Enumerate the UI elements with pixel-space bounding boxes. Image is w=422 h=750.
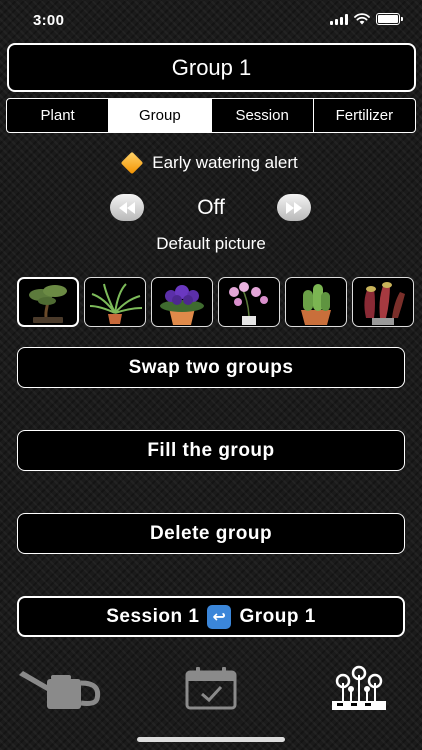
default-picture-strip: [17, 277, 414, 327]
status-bar: 3:00: [0, 0, 422, 40]
fast-forward-icon: [286, 201, 302, 214]
orange-diamond-icon: [120, 151, 144, 175]
picture-cactus[interactable]: [285, 277, 347, 327]
tab-plant[interactable]: Plant: [7, 99, 110, 132]
picture-bonsai[interactable]: [17, 277, 79, 327]
picture-pitcher-plant[interactable]: [352, 277, 414, 327]
home-indicator: [137, 737, 285, 742]
session-group-link-button[interactable]: Session 1 ↩ Group 1: [17, 596, 405, 637]
bonsai-icon: [29, 285, 67, 323]
early-watering-alert-row: Early watering alert: [0, 151, 422, 175]
group-title[interactable]: Group 1: [7, 43, 416, 92]
cactus-icon: [301, 284, 331, 325]
orchid-icon: [229, 282, 268, 325]
bottom-navigation: [0, 660, 422, 720]
tab-fertilizer[interactable]: Fertilizer: [314, 99, 415, 132]
watering-can-icon[interactable]: [16, 660, 104, 716]
early-watering-alert-label: Early watering alert: [152, 153, 298, 172]
alert-value: Off: [197, 196, 225, 219]
tab-group[interactable]: Group: [109, 99, 212, 132]
group-label: Group 1: [239, 605, 316, 627]
spider-plant-icon: [89, 283, 143, 324]
delete-group-button[interactable]: Delete group: [17, 513, 405, 554]
tab-session[interactable]: Session: [212, 99, 314, 132]
signal-icon: [330, 13, 348, 25]
swap-arrows-icon: ↩: [207, 604, 232, 629]
picture-orchid[interactable]: [218, 277, 280, 327]
calendar-check-icon[interactable]: [184, 660, 238, 716]
default-picture-label: Default picture: [156, 234, 266, 253]
status-icons: [330, 13, 403, 25]
segmented-tabs: Plant Group Session Fertilizer: [6, 98, 416, 133]
picture-african-violet[interactable]: [151, 277, 213, 327]
garden-icon[interactable]: [328, 660, 390, 716]
african-violet-icon: [160, 285, 204, 325]
swap-groups-button[interactable]: Swap two groups: [17, 347, 405, 388]
picture-spider-plant[interactable]: [84, 277, 146, 327]
fill-group-button[interactable]: Fill the group: [17, 430, 405, 471]
forward-button[interactable]: [277, 194, 311, 221]
battery-icon: [376, 13, 403, 25]
alert-toggle: Off: [0, 192, 422, 224]
session-label: Session 1: [106, 605, 200, 627]
status-time: 3:00: [33, 12, 65, 29]
pitcher-plant-icon: [364, 282, 405, 325]
group-title-text: Group 1: [171, 54, 252, 80]
wifi-icon: [354, 13, 370, 25]
